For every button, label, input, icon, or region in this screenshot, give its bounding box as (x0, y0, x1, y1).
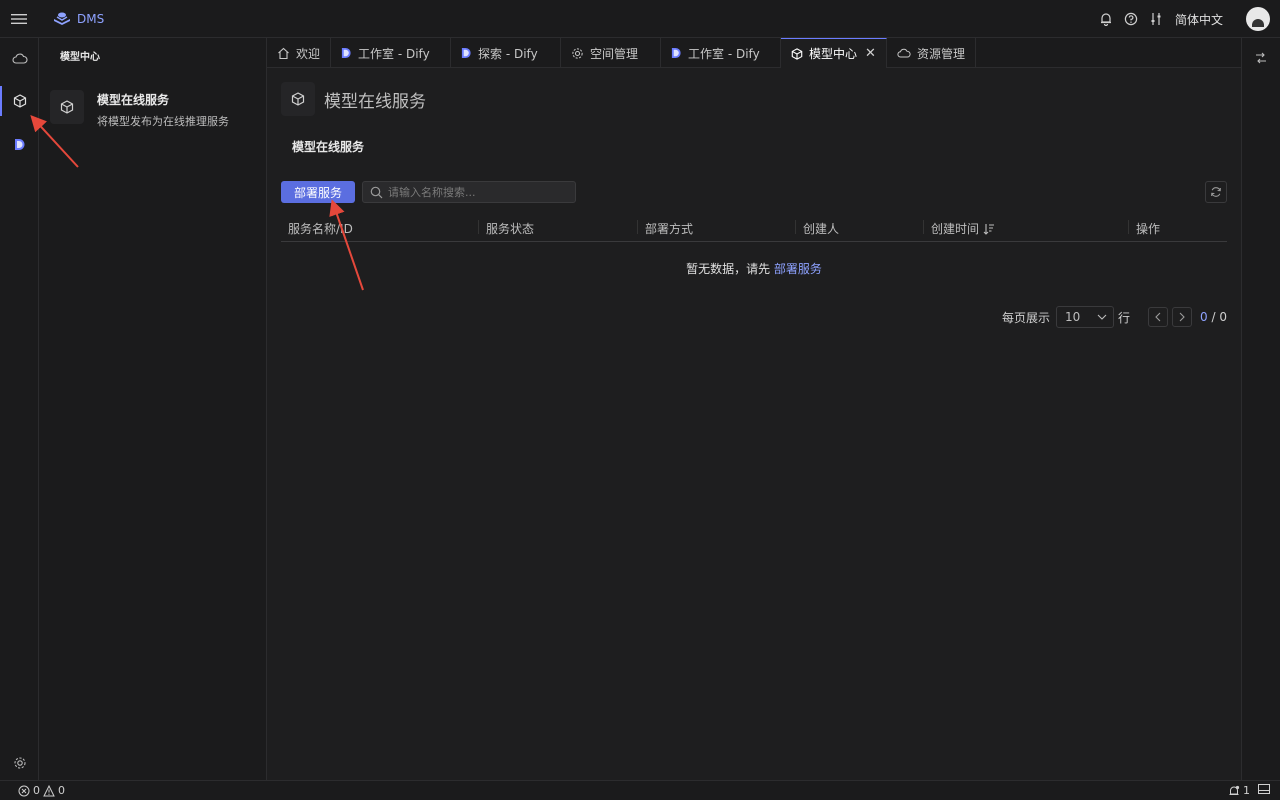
activity-bar (0, 38, 39, 780)
deploy-service-link[interactable]: 部署服务 (774, 262, 822, 276)
search-box[interactable] (362, 181, 576, 203)
tab-space-management[interactable]: 空间管理 (561, 38, 662, 68)
pagination: 每页展示 10 行 0 / 0 (1002, 306, 1227, 328)
page-size-select[interactable]: 10 (1056, 306, 1115, 328)
bell-icon[interactable] (1098, 11, 1114, 27)
column-service-name: 服务名称/ID (288, 222, 353, 236)
prev-page-button[interactable] (1148, 307, 1169, 327)
dify-icon (341, 47, 351, 59)
tab-resource-management[interactable]: 资源管理 (887, 38, 976, 68)
row-label: 行 (1118, 310, 1131, 325)
help-icon[interactable] (1123, 11, 1139, 27)
problems-indicator[interactable]: 0 0 (18, 784, 65, 797)
cloud-icon (897, 48, 911, 57)
dify-icon (671, 47, 681, 59)
next-page-button[interactable] (1172, 307, 1193, 327)
dms-logo-icon (54, 12, 70, 25)
main-content: 模型在线服务 模型在线服务 部署服务 服务名称/ID 服务状态 部署方式 创建人… (267, 68, 1241, 780)
tab-studio-dify[interactable]: 工作室 - Dify (331, 38, 452, 68)
chevron-right-icon (1179, 312, 1185, 322)
tab-model-center[interactable]: 模型中心 ✕ (781, 38, 887, 68)
cube-icon (281, 82, 315, 116)
cube-icon[interactable] (0, 82, 39, 120)
column-creator: 创建人 (795, 220, 839, 237)
compare-icon[interactable] (1254, 51, 1268, 68)
item-title: 模型在线服务 (97, 93, 170, 107)
chevron-down-icon (1097, 314, 1107, 320)
layout-icon[interactable] (1258, 784, 1270, 797)
dify-icon (461, 47, 471, 59)
column-created-time[interactable]: 创建时间 (923, 220, 995, 237)
bell-dot-icon (1229, 785, 1240, 795)
tab-welcome[interactable]: 欢迎 (267, 38, 332, 68)
per-page-label: 每页展示 (1002, 310, 1051, 325)
item-subtitle: 将模型发布为在线推理服务 (97, 115, 229, 128)
tab-studio-dify-2[interactable]: 工作室 - Dify (661, 38, 782, 68)
sort-icon[interactable] (983, 223, 995, 235)
dify-icon[interactable] (0, 125, 39, 163)
model-online-service-item[interactable]: 模型在线服务 将模型发布为在线推理服务 (50, 88, 260, 128)
page-title: 模型在线服务 (324, 91, 426, 112)
gear-icon[interactable] (0, 744, 39, 782)
gear-icon (572, 47, 583, 59)
side-panel-title: 模型中心 (60, 52, 100, 63)
settings-sliders-icon[interactable] (1148, 11, 1164, 27)
status-bar: 0 0 1 (0, 780, 1280, 800)
refresh-button[interactable] (1205, 181, 1227, 203)
search-input[interactable] (388, 185, 568, 199)
deploy-service-button[interactable]: 部署服务 (281, 181, 355, 203)
column-actions: 操作 (1128, 220, 1160, 237)
empty-state: 暂无数据，请先 部署服务 (686, 262, 822, 276)
cube-icon (791, 47, 803, 60)
app-name: DMS (77, 11, 105, 26)
refresh-icon (1211, 187, 1221, 197)
warning-icon (43, 784, 55, 796)
page-indicator: 0 / 0 (1200, 310, 1227, 324)
menu-icon[interactable] (0, 0, 38, 38)
top-bar: DMS 简体中文 (0, 0, 1280, 38)
language-switch[interactable]: 简体中文 (1175, 11, 1223, 28)
side-panel: 模型中心 模型在线服务 将模型发布为在线推理服务 (39, 38, 267, 780)
column-status: 服务状态 (478, 220, 534, 237)
page-header: 模型在线服务 (281, 82, 426, 116)
home-icon (278, 47, 289, 59)
right-bar (1241, 38, 1280, 780)
avatar[interactable] (1246, 7, 1270, 31)
search-icon (370, 186, 383, 198)
close-icon[interactable]: ✕ (865, 46, 876, 61)
cube-icon (50, 90, 84, 124)
editor-tabs: 欢迎 工作室 - Dify 探索 - Dify 空间管理 工作室 - Dify … (267, 38, 1241, 68)
section-title: 模型在线服务 (292, 140, 365, 154)
cloud-icon[interactable] (0, 40, 39, 78)
column-deploy-method: 部署方式 (637, 220, 693, 237)
chevron-left-icon (1155, 312, 1161, 322)
notifications-indicator[interactable]: 1 (1228, 784, 1250, 797)
app-logo[interactable]: DMS (52, 11, 104, 27)
error-icon (18, 785, 30, 796)
tab-explore-dify[interactable]: 探索 - Dify (451, 38, 562, 68)
table-header: 服务名称/ID 服务状态 部署方式 创建人 创建时间 操作 (281, 214, 1227, 242)
